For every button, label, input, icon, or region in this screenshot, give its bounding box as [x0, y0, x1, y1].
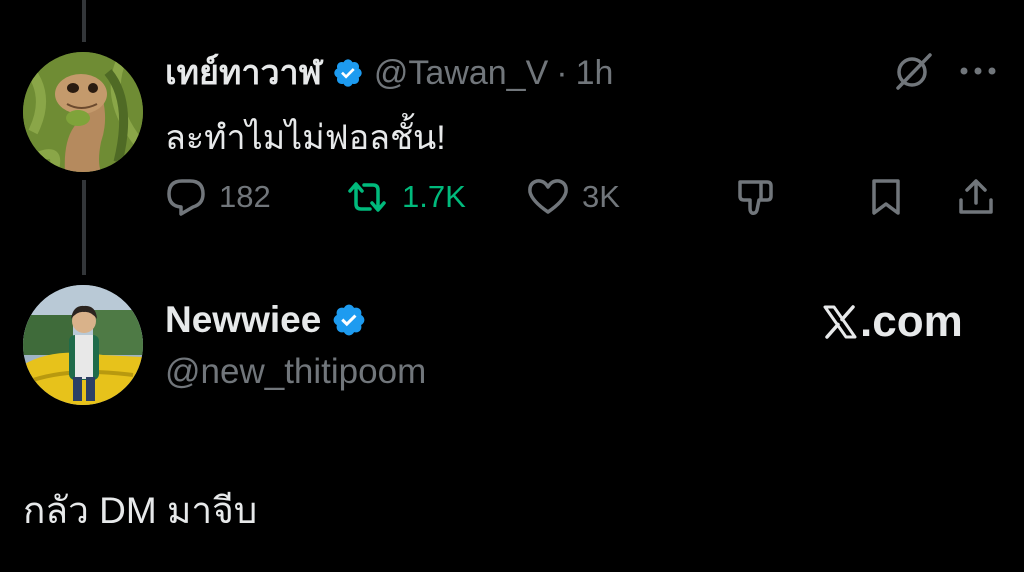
reply-count: 182: [219, 179, 271, 214]
more-icon[interactable]: [958, 60, 998, 82]
x-logo-icon: [823, 305, 857, 339]
x-com-watermark: .com: [822, 297, 963, 347]
main-post-text: กลัว DM มาจีบ: [23, 490, 258, 531]
retweet-count: 1.7K: [402, 179, 466, 214]
bookmark-button[interactable]: [866, 172, 918, 222]
post-timestamp[interactable]: 1h: [576, 56, 614, 90]
like-button[interactable]: 3K: [526, 172, 620, 222]
parent-post-text: ละทำไมไม่ฟอลชั้น!: [165, 119, 446, 157]
parent-avatar[interactable]: [23, 52, 143, 172]
verified-badge-icon: [331, 302, 367, 338]
header-separator: ·: [556, 54, 568, 92]
thread-line-top: [82, 0, 86, 42]
thread-line-connector: [82, 180, 86, 275]
share-icon: [959, 179, 993, 214]
dislike-button[interactable]: [735, 172, 789, 222]
parent-post-header: เทย์ทาวาฬ @Tawan_V · 1h: [165, 48, 613, 98]
retweet-button[interactable]: 1.7K: [344, 172, 466, 222]
reply-icon: [167, 179, 205, 216]
share-button[interactable]: [955, 172, 1009, 222]
grok-icon[interactable]: [892, 52, 934, 90]
bookmark-icon: [872, 179, 900, 215]
parent-handle[interactable]: @Tawan_V: [374, 56, 548, 90]
main-avatar[interactable]: [23, 285, 143, 405]
verified-badge-icon: [332, 57, 364, 89]
main-display-name[interactable]: Newwiee: [165, 299, 321, 341]
reply-button[interactable]: 182: [165, 172, 271, 222]
parent-display-name[interactable]: เทย์ทาวาฬ: [165, 56, 322, 90]
main-author-name: Newwiee: [165, 297, 377, 343]
brand-text: .com: [860, 297, 963, 346]
dislike-icon: [738, 180, 773, 215]
like-icon: [528, 179, 568, 214]
like-count: 3K: [582, 179, 620, 214]
retweet-icon: [348, 182, 386, 212]
main-handle[interactable]: @new_thitipoom: [165, 352, 426, 392]
